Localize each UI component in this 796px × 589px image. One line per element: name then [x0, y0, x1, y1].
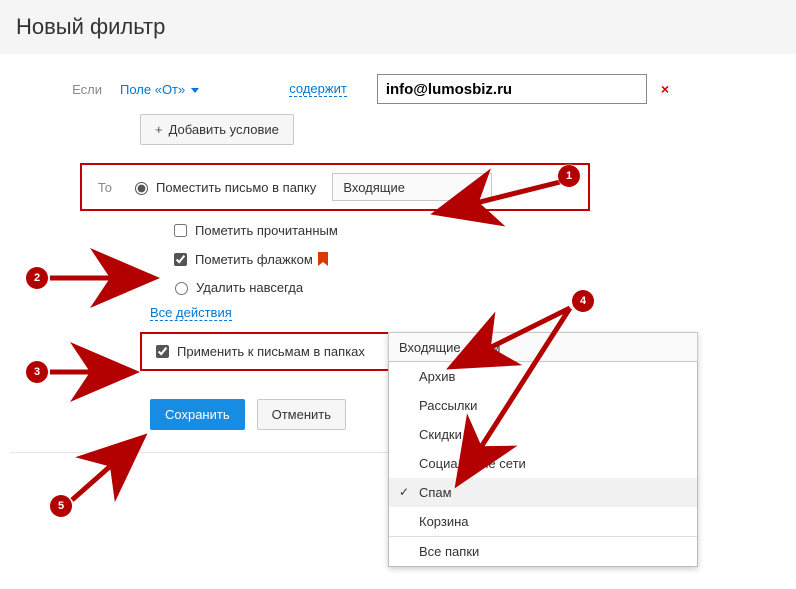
mark-flag-checkbox[interactable]	[174, 253, 187, 266]
add-condition-button[interactable]: + Добавить условие	[140, 114, 294, 145]
annotation-badge-4: 4	[572, 290, 594, 312]
cancel-label: Отменить	[272, 407, 331, 422]
remove-condition-icon[interactable]: ×	[661, 81, 669, 97]
option-spam[interactable]: Спам	[389, 478, 697, 507]
folder-select[interactable]: Входящие	[332, 173, 492, 201]
option-newsletters[interactable]: Рассылки	[389, 391, 697, 420]
apply-folders-label: Применить к письмам в папках	[177, 344, 365, 359]
mark-read-checkbox[interactable]	[174, 224, 187, 237]
apply-row: Применить к письмам в папках Входящие, С…	[10, 332, 786, 371]
delete-radio[interactable]	[175, 282, 188, 295]
plus-icon: +	[155, 122, 163, 137]
content: Если Поле «От» содержит × + Добавить усл…	[0, 54, 796, 483]
highlight-box-1: То Поместить письмо в папку Входящие	[80, 163, 590, 211]
match-dropdown[interactable]: содержит	[289, 81, 347, 97]
apply-folders-checkbox[interactable]	[156, 345, 169, 358]
field-dropdown[interactable]: Поле «От»	[120, 82, 199, 97]
mark-flag-row: Пометить флажком	[170, 250, 786, 269]
add-condition-row: + Добавить условие	[140, 114, 786, 145]
mark-flag-label: Пометить флажком	[195, 252, 313, 267]
annotation-badge-2: 2	[26, 267, 48, 289]
save-button[interactable]: Сохранить	[150, 399, 245, 430]
folders-multiselect[interactable]: Входящие, Спам Архив Рассылки Скидки Соц…	[388, 332, 698, 567]
mark-read-row: Пометить прочитанным	[170, 221, 786, 240]
all-actions-link[interactable]: Все действия	[150, 305, 232, 321]
option-trash[interactable]: Корзина	[389, 507, 697, 536]
mark-read-label: Пометить прочитанным	[195, 223, 338, 238]
flag-icon	[317, 252, 329, 267]
folders-multiselect-head[interactable]: Входящие, Спам	[388, 332, 698, 362]
annotation-badge-3: 3	[26, 361, 48, 383]
move-folder-label: Поместить письмо в папку	[156, 180, 316, 195]
folder-select-value: Входящие	[343, 180, 405, 195]
cancel-button[interactable]: Отменить	[257, 399, 346, 430]
condition-value-input[interactable]	[377, 74, 647, 104]
add-condition-label: Добавить условие	[169, 122, 279, 137]
delete-row: Удалить навсегда	[170, 279, 786, 295]
move-folder-radio[interactable]	[135, 182, 148, 195]
page-title: Новый фильтр	[16, 14, 780, 40]
then-row: То Поместить письмо в папку Входящие	[10, 163, 786, 211]
save-label: Сохранить	[165, 407, 230, 422]
page-header: Новый фильтр	[0, 0, 796, 54]
all-actions-row: Все действия	[150, 305, 786, 320]
if-label: Если	[10, 82, 120, 97]
annotation-badge-1: 1	[558, 165, 580, 187]
option-archive[interactable]: Архив	[389, 362, 697, 391]
divider	[10, 452, 410, 453]
chevron-down-icon	[473, 185, 481, 190]
folders-multiselect-value: Входящие, Спам	[399, 340, 500, 355]
condition-row: Если Поле «От» содержит ×	[10, 74, 786, 104]
delete-label: Удалить навсегда	[196, 280, 303, 295]
annotation-badge-5: 5	[50, 495, 72, 517]
option-discounts[interactable]: Скидки	[389, 420, 697, 449]
option-all[interactable]: Все папки	[389, 537, 697, 566]
then-label: То	[92, 180, 130, 195]
option-social[interactable]: Социальные сети	[389, 449, 697, 478]
